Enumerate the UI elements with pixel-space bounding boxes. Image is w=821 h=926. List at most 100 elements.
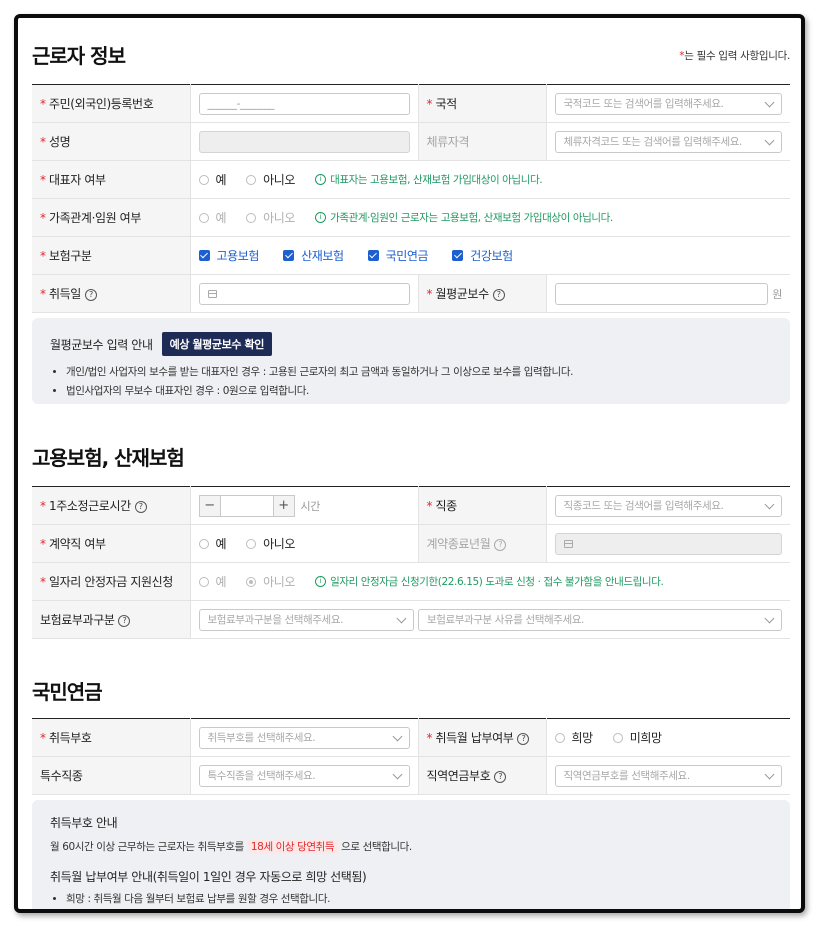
expected-monthly-button[interactable]: 예상 월평균보수 확인: [161, 332, 272, 356]
no-hope-radio[interactable]: 미희망: [612, 729, 662, 746]
row-family: * 가족관계·임원 여부 예 아니오 i 가족관계·임원인 근로자는 고용보험, …: [32, 198, 790, 237]
premium-select[interactable]: 보험료부과구분을 선택해주세요.: [198, 608, 414, 631]
family-yes-radio[interactable]: 예: [198, 209, 227, 226]
job-label: * 직종: [417, 486, 546, 525]
acq-code-guide-text: 월 60시간 이상 근무하는 근로자는 취득부호를 18세 이상 당연취득 으로…: [50, 840, 412, 854]
chevron-down-icon: [764, 135, 775, 145]
monthly-guide-item: 법인사업자의 무보수 대표자인 경우 : 0원으로 입력합니다.: [66, 383, 772, 398]
ceo-yes-radio[interactable]: 예: [198, 171, 227, 188]
acq-date-label: * 취득일?: [32, 274, 190, 313]
hours-input[interactable]: [220, 494, 273, 517]
radio-icon: [198, 576, 209, 587]
acq-month-label: * 취득월 납부여부?: [417, 718, 546, 757]
contract-end-label: 계약종료년월?: [417, 524, 546, 563]
checkbox-industrial-insurance[interactable]: 산재보험: [283, 247, 344, 264]
ceo-label: * 대표자 여부: [32, 160, 190, 199]
acq-date-input[interactable]: [198, 282, 410, 305]
chevron-down-icon: [764, 613, 775, 623]
hours-unit: 시간: [300, 499, 321, 513]
radio-icon: [612, 732, 623, 743]
row-acq-code: * 취득부호 취득부호를 선택해주세요. * 취득월 납부여부? 희망 미희망: [32, 718, 790, 757]
family-no-radio[interactable]: 아니오: [246, 209, 295, 226]
calendar-icon[interactable]: [207, 289, 217, 298]
family-info: i 가족관계·임원인 근로자는 고용보험, 산재보험 가입대상이 아닙니다.: [315, 210, 613, 225]
required-note: *는 필수 입력 사항입니다.: [679, 48, 790, 63]
row-rrn: * 주민(외국인)등록번호 ______-_______ * 국적 국적코드 또…: [32, 84, 790, 123]
checkbox-employment-insurance[interactable]: 고용보험: [198, 247, 259, 264]
help-icon[interactable]: ?: [517, 732, 530, 745]
radio-icon: [246, 212, 257, 223]
ceo-info: i 대표자는 고용보험, 산재보험 가입대상이 아닙니다.: [315, 172, 543, 187]
calendar-icon[interactable]: [563, 539, 573, 548]
acq-code-select[interactable]: 취득부호를 선택해주세요.: [198, 726, 410, 749]
name-input[interactable]: [198, 130, 410, 153]
residence-select[interactable]: 체류자격코드 또는 검색어를 입력해주세요.: [554, 130, 782, 153]
monthly-input[interactable]: [554, 282, 769, 305]
premium-label: 보험료부과구분?: [32, 600, 190, 639]
premium-reason-select[interactable]: 보험료부과구분 사유를 선택해주세요.: [418, 608, 782, 631]
regional-select[interactable]: 직역연금부호를 선택해주세요.: [554, 764, 782, 787]
contract-yes-radio[interactable]: 예: [198, 535, 227, 552]
subsidy-no-radio[interactable]: 아니오: [246, 573, 295, 590]
help-icon[interactable]: ?: [494, 770, 507, 783]
acq-code-guide-title: 취득부호 안내: [50, 816, 118, 830]
help-icon[interactable]: ?: [494, 538, 507, 551]
checkbox-checked-icon: [367, 250, 379, 261]
residence-label: 체류자격: [417, 122, 546, 161]
hope-radio[interactable]: 희망: [554, 729, 593, 746]
row-subsidy: * 일자리 안정자금 지원신청 예 아니오 i 일자리 안정자금 신청기한(22.…: [32, 562, 790, 601]
nationality-label: * 국적: [417, 84, 546, 123]
info-icon: i: [315, 174, 327, 185]
checkbox-checked-icon: [198, 250, 210, 261]
section-title-employment: 고용보험, 산재보험: [32, 446, 185, 470]
section-title-pension: 국민연금: [32, 680, 103, 704]
monthly-guide-title: 월평균보수 입력 안내: [50, 337, 153, 352]
acq-code-label: * 취득부호: [32, 718, 190, 757]
help-icon[interactable]: ?: [84, 288, 97, 301]
won-unit: 원: [772, 287, 782, 301]
checkbox-checked-icon: [452, 250, 464, 261]
help-icon[interactable]: ?: [118, 614, 131, 627]
chevron-down-icon: [764, 499, 775, 509]
monthly-guide-item: 개인/법인 사업자의 보수를 받는 대표자인 경우 : 고용된 근로자의 최고 …: [66, 364, 772, 379]
contract-no-radio[interactable]: 아니오: [246, 535, 295, 552]
contract-end-input[interactable]: [554, 532, 782, 555]
job-select[interactable]: 직종코드 또는 검색어를 입력해주세요.: [554, 494, 782, 517]
help-icon[interactable]: ?: [134, 500, 147, 513]
subsidy-info: i 일자리 안정자금 신청기한(22.6.15) 도과로 신청 · 접수 불가함을…: [315, 574, 664, 589]
acq-month-guide-item: 희망 : 취득월 다음 월부터 보험료 납부를 원할 경우 선택합니다.: [66, 891, 772, 906]
checkbox-national-pension[interactable]: 국민연금: [367, 247, 429, 264]
special-select[interactable]: 특수직종을 선택해주세요.: [198, 764, 410, 787]
monthly-label: * 월평균보수?: [417, 274, 546, 313]
worker-info-table: * 주민(외국인)등록번호 ______-_______ * 국적 국적코드 또…: [32, 84, 790, 313]
radio-checked-icon: [246, 576, 257, 587]
plus-button[interactable]: +: [272, 494, 295, 517]
pension-table: * 취득부호 취득부호를 선택해주세요. * 취득월 납부여부? 희망 미희망 …: [32, 718, 790, 795]
hours-label: * 1주소정근로시간?: [32, 486, 190, 525]
subsidy-yes-radio[interactable]: 예: [198, 573, 227, 590]
special-label: 특수직종: [32, 756, 190, 795]
checkbox-health-insurance[interactable]: 건강보험: [452, 247, 513, 264]
help-icon[interactable]: ?: [492, 288, 505, 301]
row-insurance: * 보험구분 고용보험 산재보험 국민연금 건강보험: [32, 236, 790, 275]
minus-button[interactable]: −: [198, 494, 221, 517]
chevron-down-icon: [392, 769, 402, 779]
checkbox-checked-icon: [283, 250, 295, 261]
rrn-input[interactable]: ______-_______: [198, 92, 410, 115]
row-acq-date: * 취득일? * 월평균보수? 원: [32, 274, 790, 313]
radio-icon: [246, 174, 257, 185]
chevron-down-icon: [392, 731, 402, 741]
section-title-worker: 근로자 정보: [32, 44, 126, 68]
pension-guide-box: 취득부호 안내 월 60시간 이상 근무하는 근로자는 취득부호를 18세 이상…: [32, 800, 790, 909]
row-special: 특수직종 특수직종을 선택해주세요. 직역연금부호? 직역연금부호를 선택해주세…: [32, 756, 790, 795]
monthly-guide-box: 월평균보수 입력 안내 예상 월평균보수 확인 개인/법인 사업자의 보수를 받는…: [32, 318, 790, 404]
chevron-down-icon: [764, 769, 775, 779]
acq-month-guide-title: 취득월 납부여부 안내(취득일이 1일인 경우 자동으로 희망 선택됨): [50, 870, 367, 884]
highlight-text: 18세 이상 당연취득: [246, 840, 339, 854]
contract-label: * 계약직 여부: [32, 524, 190, 563]
info-icon: i: [315, 576, 327, 587]
nationality-select[interactable]: 국적코드 또는 검색어를 입력해주세요.: [554, 92, 782, 115]
ceo-no-radio[interactable]: 아니오: [246, 171, 295, 188]
name-label: * 성명: [32, 122, 190, 161]
row-ceo: * 대표자 여부 예 아니오 i 대표자는 고용보험, 산재보험 가입대상이 아닙…: [32, 160, 790, 199]
